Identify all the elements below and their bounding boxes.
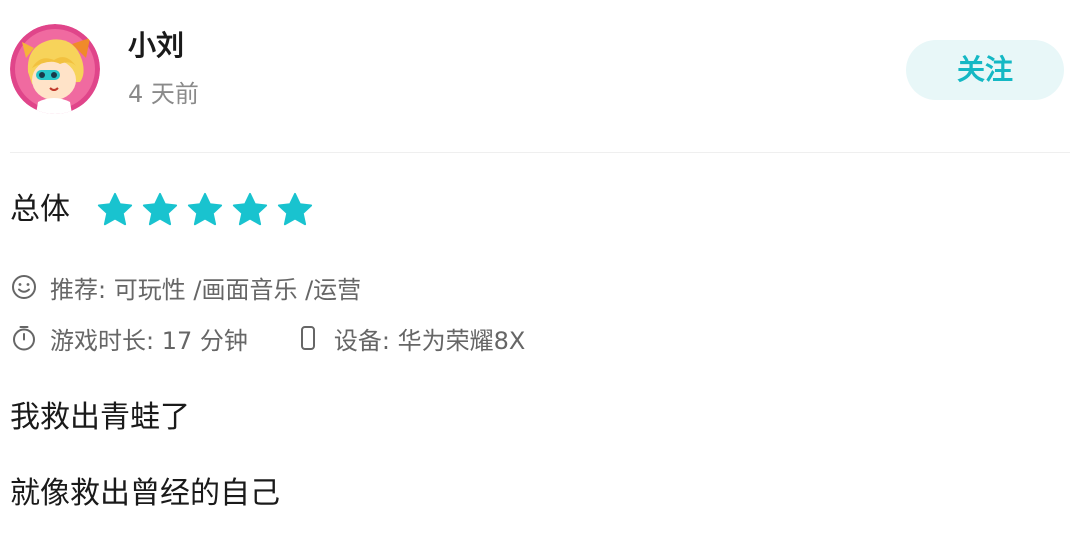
recommend-row: 推荐: 可玩性 /画面音乐 /运营 — [10, 270, 361, 304]
avatar[interactable] — [10, 24, 100, 114]
timer-icon — [13, 326, 35, 351]
review-header: 小刘 4 天前 关注 — [0, 0, 1080, 150]
star-icon — [187, 192, 223, 226]
post-time: 4 天前 — [128, 80, 199, 108]
avatar-image — [10, 24, 100, 114]
rating-stars — [96, 191, 321, 229]
playtime-label: 游戏时长: — [50, 326, 155, 355]
review-paragraph: 就像救出曾经的自己 — [10, 476, 280, 511]
info-row: 游戏时长: 17 分钟 设备: 华为荣耀8X — [10, 321, 525, 355]
follow-button[interactable]: 关注 — [906, 40, 1064, 100]
smile-icon — [12, 275, 36, 299]
header-divider — [10, 152, 1070, 153]
review-paragraph: 我救出青蛙了 — [10, 400, 190, 435]
overall-rating: 总体 — [10, 186, 321, 234]
star-icon — [97, 192, 133, 226]
device-value: 华为荣耀8X — [397, 326, 526, 355]
rating-label: 总体 — [10, 192, 70, 227]
phone-icon — [300, 326, 315, 350]
star-icon — [277, 192, 313, 226]
star-icon — [232, 192, 268, 226]
username[interactable]: 小刘 — [128, 28, 184, 64]
playtime-value: 17 分钟 — [161, 326, 248, 355]
recommend-label: 推荐: — [50, 275, 107, 304]
star-icon — [142, 192, 178, 226]
recommend-items: 可玩性 /画面音乐 /运营 — [113, 275, 362, 304]
device-label: 设备: — [333, 326, 390, 355]
